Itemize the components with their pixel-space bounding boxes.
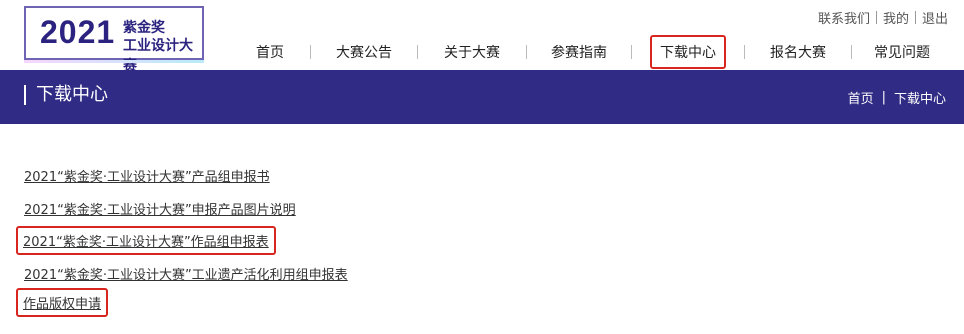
mine-link[interactable]: 我的 xyxy=(883,8,909,27)
download-link-copyright-application[interactable]: 作品版权申请 xyxy=(16,288,109,317)
nav-item-guide[interactable]: 参赛指南 xyxy=(527,34,631,70)
logout-link[interactable]: 退出 xyxy=(922,8,948,27)
nav-item-faq[interactable]: 常见问题 xyxy=(852,34,952,70)
page-banner: 下载中心 首页 | 下载中心 xyxy=(0,70,964,124)
nav-item-announcements[interactable]: 大赛公告 xyxy=(311,34,417,70)
main-nav: 首页 大赛公告 关于大赛 参赛指南 下载中心 报名大赛 常见问题 xyxy=(230,32,964,72)
breadcrumb-current[interactable]: 下载中心 xyxy=(894,88,946,107)
download-link-heritage-application[interactable]: 2021“紫金奖·工业设计大赛”工业遗产活化利用组申报表 xyxy=(24,264,348,283)
logo-title-line1: 紫金奖 xyxy=(123,20,165,36)
logo-title-line2: 工业设计大赛 xyxy=(123,38,193,74)
contact-link[interactable]: 联系我们 xyxy=(818,8,870,27)
divider xyxy=(914,11,916,24)
logo[interactable]: 2021 紫金奖 工业设计大赛 xyxy=(24,6,204,74)
nav-item-register[interactable]: 报名大赛 xyxy=(745,34,851,70)
nav-item-about[interactable]: 关于大赛 xyxy=(418,34,526,70)
breadcrumb-home[interactable]: 首页 xyxy=(848,88,874,107)
download-link-image-description[interactable]: 2021“紫金奖·工业设计大赛”申报产品图片说明 xyxy=(24,199,296,218)
nav-item-home[interactable]: 首页 xyxy=(230,34,310,70)
divider xyxy=(875,11,877,24)
breadcrumb-separator: | xyxy=(881,90,886,105)
page-title: 下载中心 xyxy=(24,85,108,105)
nav-item-download-center[interactable]: 下载中心 xyxy=(650,35,726,69)
download-link-product-application[interactable]: 2021“紫金奖·工业设计大赛”产品组申报书 xyxy=(24,166,270,185)
logo-year: 2021 xyxy=(40,14,116,50)
download-link-work-application[interactable]: 2021“紫金奖·工业设计大赛”作品组申报表 xyxy=(16,226,276,255)
nav-item-download-wrap: 下载中心 xyxy=(632,35,744,69)
breadcrumb: 首页 | 下载中心 xyxy=(848,88,946,107)
utility-links: 联系我们 我的 退出 xyxy=(818,8,948,27)
